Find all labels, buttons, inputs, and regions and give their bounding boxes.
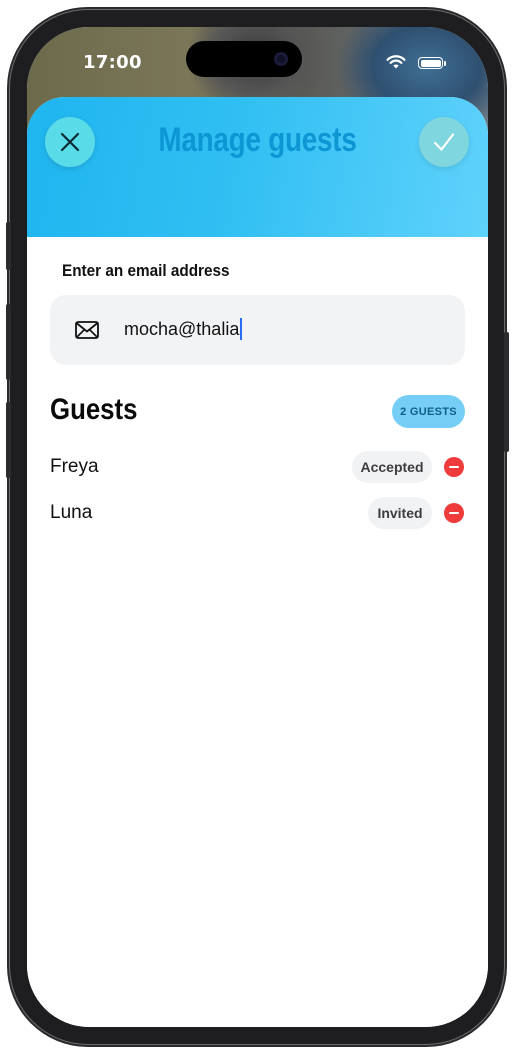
page-title: Manage guests — [158, 121, 357, 159]
battery-icon — [418, 57, 443, 69]
guest-row: Luna Invited — [50, 495, 465, 531]
guest-row: Freya Accepted — [50, 449, 465, 485]
status-time: 17:00 — [83, 52, 142, 73]
volume-down-button — [6, 402, 11, 478]
guest-status-badge: Invited — [368, 497, 432, 529]
text-caret — [240, 318, 243, 341]
remove-guest-button[interactable] — [444, 503, 464, 523]
guest-name: Luna — [50, 502, 93, 523]
guests-heading: Guests — [50, 393, 138, 426]
minus-icon — [449, 466, 459, 468]
remove-guest-button[interactable] — [444, 457, 464, 477]
mail-icon — [75, 321, 99, 339]
manage-guests-sheet: Manage guests Enter an email address moc… — [27, 97, 488, 1027]
screen: 17:00 Manage guests Enter an email addre… — [27, 27, 488, 1027]
status-bar: 17:00 — [27, 27, 488, 97]
email-field[interactable]: mocha@thalia — [50, 295, 465, 365]
sheet-header: Manage guests — [27, 97, 488, 237]
battery-tip — [444, 61, 446, 66]
power-button — [504, 332, 509, 452]
guest-name: Freya — [50, 456, 99, 477]
minus-icon — [449, 512, 459, 514]
volume-up-button — [6, 304, 11, 380]
email-input[interactable]: mocha@thalia — [124, 318, 243, 341]
checkmark-icon — [433, 133, 455, 151]
wifi-icon — [386, 55, 406, 69]
email-input-value: mocha@thalia — [124, 319, 240, 339]
guest-count-badge: 2 GUESTS — [392, 395, 465, 428]
guest-status-badge: Accepted — [352, 451, 432, 483]
confirm-button[interactable] — [419, 117, 469, 167]
dynamic-island — [186, 41, 302, 77]
camera-icon — [274, 52, 288, 66]
action-button — [6, 222, 11, 270]
email-field-label: Enter an email address — [62, 261, 230, 280]
